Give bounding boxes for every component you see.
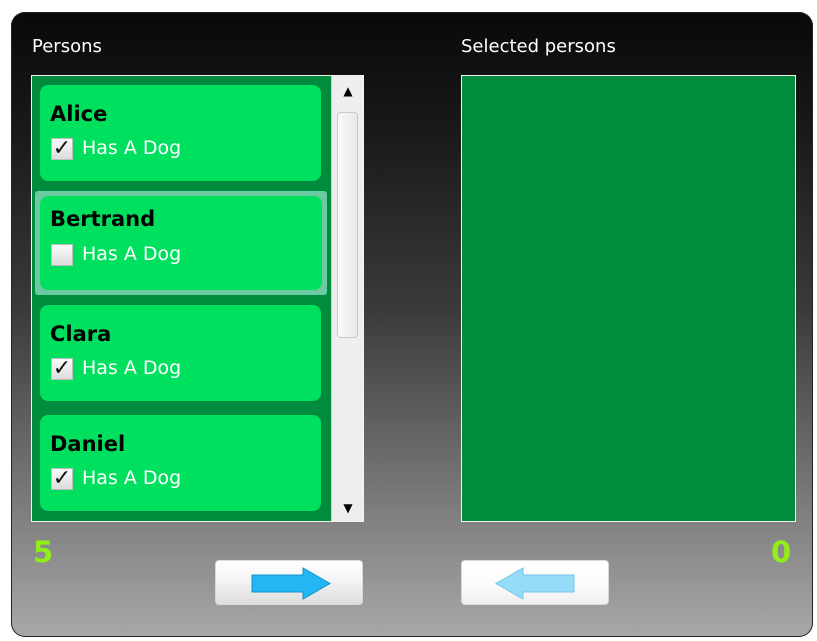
checkmark-icon: ✓ — [52, 355, 72, 381]
has-dog-label: Has A Dog — [82, 137, 182, 159]
person-item-inner: Bertrand Has A Dog — [40, 196, 322, 290]
persons-list-items: Alice ✓ Has A Dog Bertrand Has A Dog Cla… — [32, 76, 330, 521]
person-name: Bertrand — [50, 207, 156, 231]
selected-persons-panel-title: Selected persons — [461, 36, 616, 57]
has-dog-row: ✓ Has A Dog — [51, 467, 181, 490]
has-dog-label: Has A Dog — [82, 243, 182, 265]
vertical-scrollbar[interactable]: ▲ ▼ — [331, 76, 363, 521]
has-dog-checkbox[interactable]: ✓ — [51, 465, 73, 491]
person-name: Clara — [50, 322, 112, 346]
has-dog-row: ✓ Has A Dog — [51, 137, 181, 160]
person-name: Alice — [50, 102, 108, 126]
persons-list[interactable]: Alice ✓ Has A Dog Bertrand Has A Dog Cla… — [31, 75, 364, 522]
scroll-down-arrow-icon[interactable]: ▼ — [332, 495, 363, 521]
person-item-alice[interactable]: Alice ✓ Has A Dog — [40, 85, 321, 181]
person-name: Daniel — [50, 432, 126, 456]
scrollbar-thumb[interactable] — [337, 112, 358, 338]
has-dog-checkbox[interactable]: ✓ — [51, 355, 73, 381]
checkmark-icon: ✓ — [52, 135, 72, 161]
person-item-clara[interactable]: Clara ✓ Has A Dog — [40, 305, 321, 401]
person-item-daniel[interactable]: Daniel ✓ Has A Dog — [40, 415, 321, 511]
selected-persons-list[interactable] — [461, 75, 796, 522]
move-right-button[interactable] — [215, 560, 363, 605]
has-dog-row: ✓ Has A Dog — [51, 357, 181, 380]
checkmark-icon: ✓ — [52, 465, 72, 491]
has-dog-label: Has A Dog — [82, 357, 182, 379]
selected-persons-count: 0 — [771, 535, 792, 569]
person-item-bertrand[interactable]: Bertrand Has A Dog — [35, 191, 327, 295]
left-arrow-icon — [494, 567, 575, 600]
persons-count: 5 — [33, 535, 54, 569]
has-dog-row: Has A Dog — [51, 243, 181, 266]
move-left-button[interactable] — [461, 560, 609, 605]
has-dog-checkbox[interactable] — [51, 243, 73, 266]
has-dog-label: Has A Dog — [82, 467, 182, 489]
persons-panel-title: Persons — [32, 36, 102, 57]
right-arrow-icon — [251, 567, 332, 600]
has-dog-checkbox[interactable]: ✓ — [51, 135, 73, 161]
scroll-up-arrow-icon[interactable]: ▲ — [332, 78, 363, 104]
